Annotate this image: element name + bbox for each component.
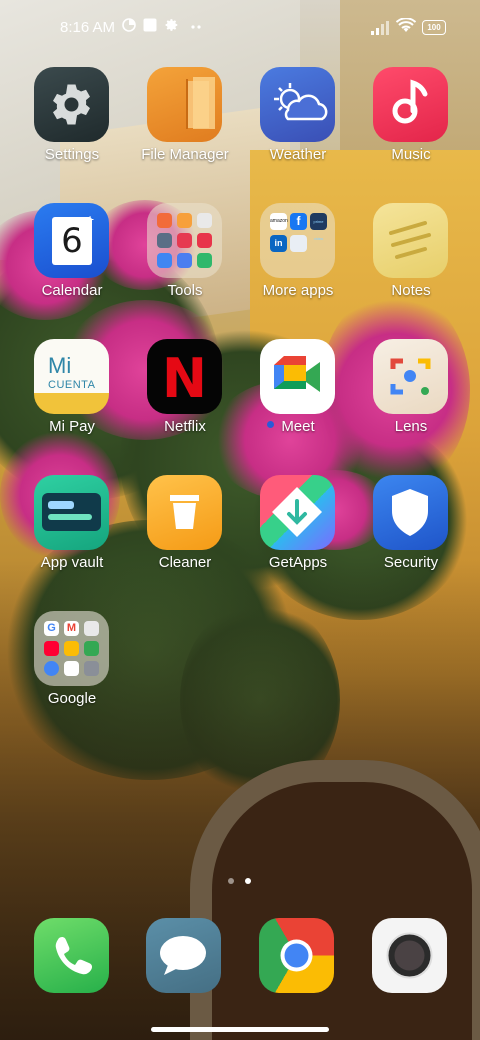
dock-messages[interactable] [146, 918, 221, 993]
app-google-folder[interactable]: G M Google [16, 611, 128, 741]
phone-icon [55, 936, 93, 975]
app-vault-icon [34, 475, 109, 550]
app-label: Settings [44, 146, 100, 163]
settings-icon [34, 67, 109, 142]
app-label: GetApps [268, 554, 328, 571]
app-calendar[interactable]: 6 + Calendar [16, 203, 128, 333]
app-netflix[interactable]: N Netflix [129, 339, 241, 469]
notes-icon [373, 203, 448, 278]
app-meet[interactable]: Meet [242, 339, 354, 469]
app-notes[interactable]: Notes [355, 203, 467, 333]
netflix-icon: N [147, 339, 222, 414]
app-security[interactable]: Security [355, 475, 467, 605]
app-label: Cleaner [158, 554, 212, 571]
app-label: Google [47, 690, 97, 707]
app-more-apps-folder[interactable]: amazon f prime video in More apps [242, 203, 354, 333]
app-label: More apps [262, 282, 334, 299]
trash-icon [147, 475, 222, 550]
lens-icon [373, 339, 448, 414]
app-weather[interactable]: Weather [242, 67, 354, 197]
signal-icon [371, 21, 389, 35]
gesture-home-bar[interactable] [151, 1027, 329, 1032]
app-label: Weather [269, 146, 327, 163]
getapps-icon [260, 475, 335, 550]
music-icon [373, 67, 448, 142]
app-label: Notes [391, 282, 431, 299]
app-settings[interactable]: Settings [16, 67, 128, 197]
app-tools-folder[interactable]: Tools [129, 203, 241, 333]
camera-lens-icon [386, 932, 433, 979]
app-label: Security [383, 554, 439, 571]
page-dot-active[interactable] [245, 878, 251, 884]
app-label: Music [391, 146, 431, 163]
app-cleaner[interactable]: Cleaner [129, 475, 241, 605]
mi-pay-icon: Mi CUENTA [34, 339, 109, 414]
more-dots-icon [191, 25, 201, 29]
data-saver-icon [122, 18, 136, 32]
google-folder-icon: G M [34, 611, 109, 686]
page-dot[interactable] [228, 878, 234, 884]
status-bar: 8:16 AM 100 [0, 0, 480, 56]
app-label: Netflix [164, 418, 206, 435]
folder-icon [147, 67, 222, 142]
status-time: 8:16 AM [60, 19, 116, 36]
calendar-icon: 6 + [34, 203, 109, 278]
app-label: Mi Pay [49, 418, 95, 435]
app-mi-pay[interactable]: Mi CUENTA Mi Pay [16, 339, 128, 469]
weather-icon [260, 67, 335, 142]
notification-square-icon [143, 18, 157, 32]
dock-chrome[interactable] [259, 918, 334, 993]
battery-icon: 100 [422, 20, 446, 35]
dock-camera[interactable] [372, 918, 447, 993]
gear-icon [165, 19, 178, 31]
app-label: Meet [281, 418, 315, 435]
app-getapps[interactable]: GetApps [242, 475, 354, 605]
more-apps-folder-icon: amazon f prime video in [260, 203, 335, 278]
app-music[interactable]: Music [355, 67, 467, 197]
app-label: Calendar [41, 282, 103, 299]
message-bubble-icon [160, 936, 206, 975]
app-file-manager[interactable]: File Manager [129, 67, 241, 197]
dock-phone[interactable] [34, 918, 109, 993]
shield-icon [373, 475, 448, 550]
app-label: Lens [394, 418, 428, 435]
app-label: Tools [167, 282, 203, 299]
app-lens[interactable]: Lens [355, 339, 467, 469]
app-label: File Manager [141, 146, 229, 163]
wifi-icon [396, 18, 416, 32]
app-vault[interactable]: App vault [16, 475, 128, 605]
meet-video-icon [260, 339, 335, 414]
app-label: App vault [40, 554, 104, 571]
tools-folder-icon [147, 203, 222, 278]
chrome-icon [280, 939, 313, 972]
